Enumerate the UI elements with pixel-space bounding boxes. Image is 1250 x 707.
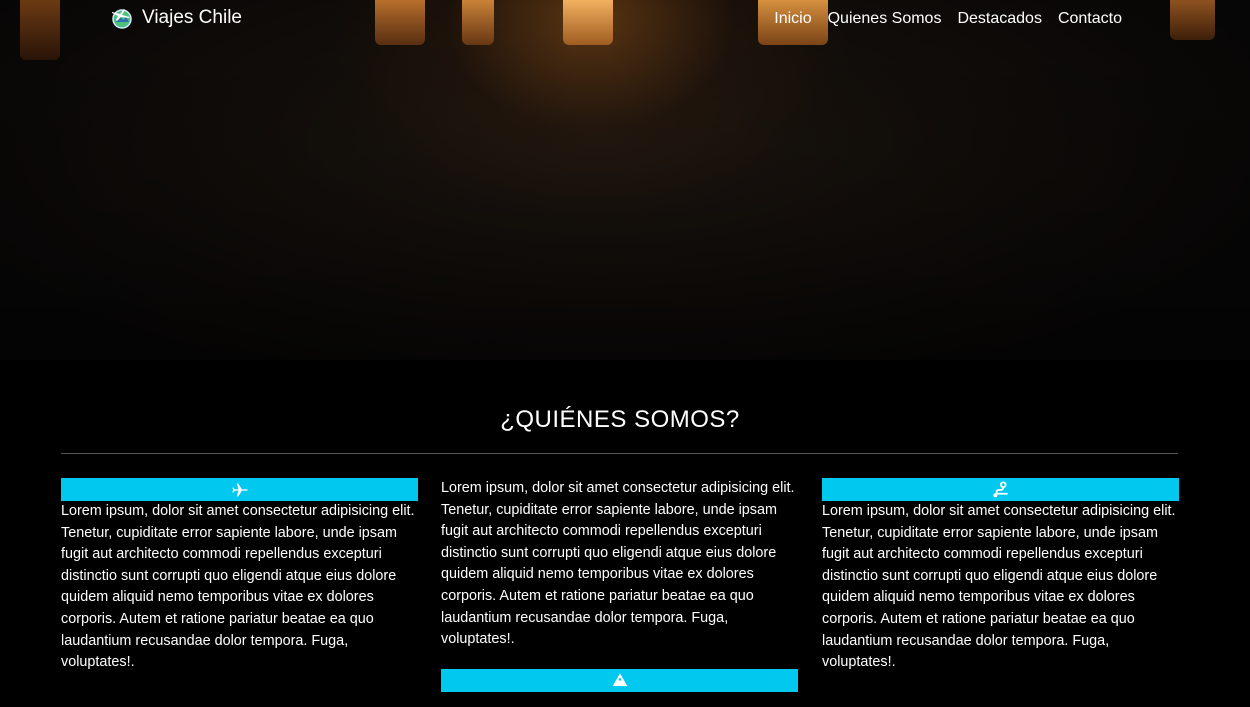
about-text: Lorem ipsum, dolor sit amet consectetur … bbox=[61, 503, 415, 671]
brand-link[interactable]: Viajes Chile bbox=[110, 6, 242, 30]
nav-item: Quienes Somos bbox=[828, 10, 942, 28]
nav-menu: Inicio Quienes Somos Destacados Contacto bbox=[774, 10, 1122, 28]
icon-bar bbox=[822, 478, 1179, 501]
nav-item: Destacados bbox=[957, 10, 1042, 28]
brand-name: Viajes Chile bbox=[142, 7, 242, 28]
section-title: ¿QUIÉNES SOMOS? bbox=[500, 406, 740, 433]
about-text: Lorem ipsum, dolor sit amet consectetur … bbox=[441, 480, 795, 648]
nav-item: Contacto bbox=[1058, 10, 1122, 28]
top-navbar: Viajes Chile Inicio Quienes Somos Destac… bbox=[0, 0, 1250, 40]
airplane-icon bbox=[231, 483, 248, 496]
icon-bar bbox=[61, 478, 418, 501]
route-icon bbox=[992, 480, 1008, 497]
about-column-2: Lorem ipsum, dolor sit amet consectetur … bbox=[441, 478, 798, 692]
nav-link-destacados[interactable]: Destacados bbox=[957, 10, 1042, 27]
about-column-1: Lorem ipsum, dolor sit amet consectetur … bbox=[61, 478, 418, 674]
about-column-3: Lorem ipsum, dolor sit amet consectetur … bbox=[822, 478, 1179, 674]
icon-bar bbox=[441, 668, 798, 692]
about-text: Lorem ipsum, dolor sit amet consectetur … bbox=[822, 503, 1176, 671]
nav-link-inicio[interactable]: Inicio bbox=[774, 10, 811, 27]
hero-banner bbox=[0, 0, 1250, 360]
nav-link-contacto[interactable]: Contacto bbox=[1058, 10, 1122, 27]
mountain-icon bbox=[612, 673, 627, 687]
globe-plane-icon bbox=[112, 9, 132, 29]
nav-item: Inicio bbox=[774, 10, 811, 28]
hero-overlay bbox=[0, 0, 1250, 360]
section-divider bbox=[61, 453, 1178, 454]
nav-link-quienes-somos[interactable]: Quienes Somos bbox=[828, 10, 942, 27]
